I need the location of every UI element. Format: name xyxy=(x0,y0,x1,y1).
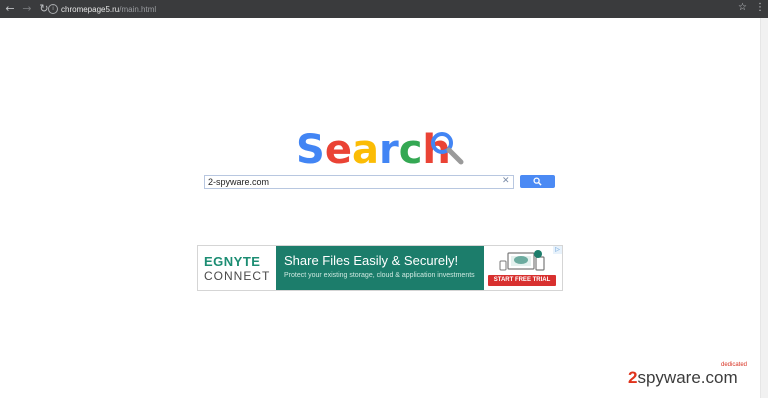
ad-headline: Share Files Easily & Securely! xyxy=(284,253,459,268)
start-trial-button[interactable]: START FREE TRIAL xyxy=(488,275,556,286)
logo-letter: a xyxy=(351,127,379,173)
watermark-suffix: .com xyxy=(700,368,738,387)
url-path: /main.html xyxy=(119,4,157,14)
kebab-menu-icon[interactable]: ⋮ xyxy=(755,2,765,13)
vertical-scrollbar[interactable] xyxy=(760,18,768,398)
ad-brand-logo: EGNYTE CONNECT xyxy=(198,246,276,290)
star-icon[interactable]: ☆ xyxy=(738,2,747,13)
brand-name: EGNYTE xyxy=(204,254,261,269)
brand-product: CONNECT xyxy=(204,269,271,283)
adchoices-icon[interactable]: ▷ xyxy=(553,246,562,254)
site-watermark: 2spyware.com dedicated xyxy=(628,362,747,390)
logo-letter: c xyxy=(398,127,423,173)
watermark-name: spyware xyxy=(637,368,701,387)
search-logo: Search xyxy=(296,128,451,172)
logo-letter: e xyxy=(324,127,352,173)
logo-letter: r xyxy=(378,127,399,173)
devices-illustration-icon xyxy=(499,250,545,271)
search-input[interactable] xyxy=(204,175,514,189)
ad-subtext: Protect your existing storage, cloud & a… xyxy=(284,272,475,279)
search-button[interactable] xyxy=(520,175,555,188)
forward-button[interactable]: → xyxy=(20,2,34,16)
watermark-tag: dedicated xyxy=(721,362,748,368)
address-bar[interactable]: i chromepage5.ru/main.html xyxy=(48,3,732,15)
info-icon[interactable]: i xyxy=(48,4,58,14)
search-icon xyxy=(533,177,542,186)
ad-message: Share Files Easily & Securely! Protect y… xyxy=(276,246,484,290)
ad-banner[interactable]: EGNYTE CONNECT Share Files Easily & Secu… xyxy=(197,245,563,291)
back-button[interactable]: ← xyxy=(3,2,17,16)
clear-icon[interactable]: ✕ xyxy=(502,175,510,188)
magnifier-logo-icon xyxy=(431,132,464,165)
browser-toolbar: ← → ↻ i chromepage5.ru/main.html ☆ ⋮ xyxy=(0,0,768,18)
logo-letter: S xyxy=(296,127,325,173)
url-host: chromepage5.ru xyxy=(61,4,120,14)
page-content xyxy=(0,18,760,398)
ad-cta-area: START FREE TRIAL xyxy=(484,246,562,290)
